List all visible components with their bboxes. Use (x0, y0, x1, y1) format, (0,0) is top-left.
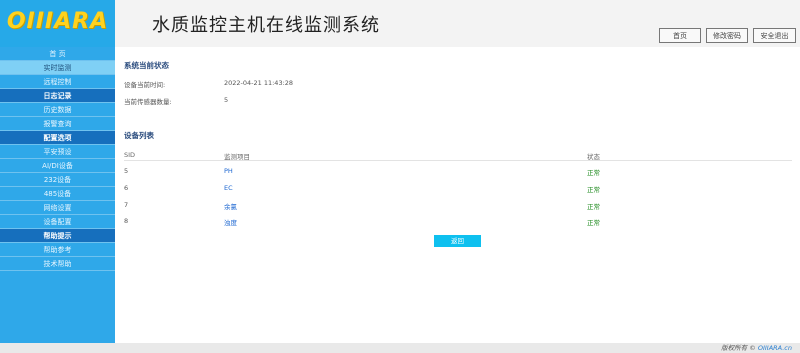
sidebar-item[interactable]: 历史数据 (0, 103, 115, 117)
change-password-button[interactable]: 修改密码 (706, 28, 748, 43)
row-status: 正常 (587, 219, 600, 227)
sidebar-section-header[interactable]: 日志记录 (0, 89, 115, 103)
main-content: 系统当前状态 设备当前时间: 2022-04-21 11:43:28 当前传感器… (115, 47, 800, 343)
sidebar-item[interactable]: 网络设置 (0, 201, 115, 215)
row-status: 正常 (587, 186, 600, 194)
sensor-count-label: 当前传感器数量: (124, 98, 172, 106)
copyright-brand-link[interactable]: OIIIARA.cn (758, 344, 792, 352)
sidebar-item[interactable]: 485设备 (0, 187, 115, 201)
back-button[interactable]: 返回 (434, 235, 481, 247)
logout-button[interactable]: 安全退出 (753, 28, 796, 43)
header-bar: OIIIARA 水质监控主机在线监测系统 首页 修改密码 安全退出 (0, 0, 800, 48)
sidebar-item[interactable]: 帮助参考 (0, 243, 115, 257)
sidebar-item[interactable]: 报警查询 (0, 117, 115, 131)
brand-logo[interactable]: OIIIARA (0, 0, 115, 47)
sidebar-item[interactable]: 设备配置 (0, 215, 115, 229)
sidebar-item[interactable]: 技术帮助 (0, 257, 115, 271)
row-status: 正常 (587, 203, 600, 211)
sidebar-item[interactable]: 实时监测 (0, 61, 115, 75)
device-section-title: 设备列表 (124, 131, 154, 140)
row-sid: 5 (124, 167, 129, 175)
home-button[interactable]: 首页 (659, 28, 701, 43)
sensor-count-value: 5 (224, 96, 229, 104)
column-header-sid: SID (124, 151, 136, 159)
sidebar-item[interactable]: 平安预设 (0, 145, 115, 159)
sidebar-section-header[interactable]: 帮助提示 (0, 229, 115, 243)
copyright-text: 版权所有 © OIIIARA.cn (721, 343, 792, 353)
status-section-title: 系统当前状态 (124, 61, 169, 70)
sidebar-item[interactable]: AI/DI设备 (0, 159, 115, 173)
row-item-link[interactable]: PH (224, 167, 233, 175)
footer: 版权所有 © OIIIARA.cn (0, 343, 800, 353)
row-item-link[interactable]: EC (224, 184, 233, 192)
device-time-value: 2022-04-21 11:43:28 (224, 79, 294, 87)
sidebar-item[interactable]: 远程控制 (0, 75, 115, 89)
row-sid: 8 (124, 217, 129, 225)
table-divider (124, 160, 792, 161)
row-item-link[interactable]: 浊度 (224, 217, 237, 227)
sidebar-item[interactable]: 232设备 (0, 173, 115, 187)
row-sid: 6 (124, 184, 129, 192)
sidebar-item[interactable]: 首 页 (0, 47, 115, 61)
app-title: 水质监控主机在线监测系统 (152, 15, 380, 36)
copyright-prefix: 版权所有 © (721, 344, 756, 352)
row-status: 正常 (587, 169, 600, 177)
sidebar-section-header[interactable]: 配置选项 (0, 131, 115, 145)
device-time-label: 设备当前时间: (124, 81, 166, 89)
sidebar: 首 页实时监测 远程控制 日志记录 历史数据 报警查询 配置选项 平安预设 AI/DI设备 23… (0, 47, 115, 343)
row-item-link[interactable]: 余氯 (224, 201, 237, 211)
row-sid: 7 (124, 201, 129, 209)
